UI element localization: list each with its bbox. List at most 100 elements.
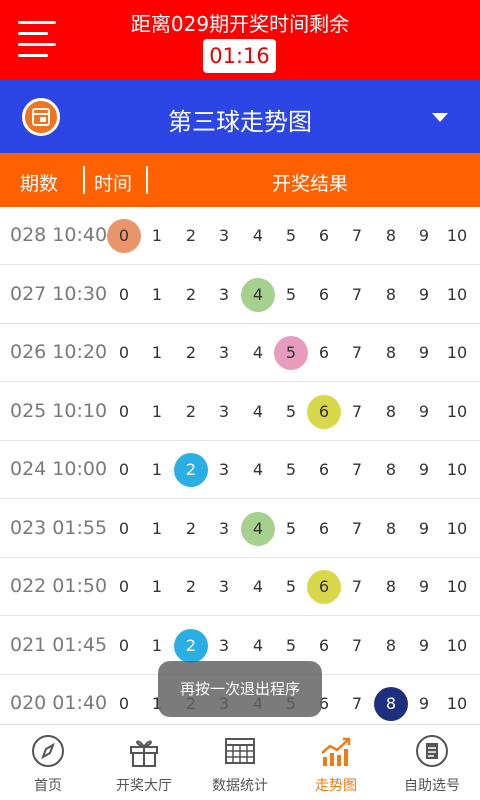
table-icon (222, 733, 258, 769)
top-header: 距离029期开奖时间剩余 01:16 (0, 0, 480, 80)
nav-label: 首页 (34, 778, 62, 794)
number-cell: 7 (351, 460, 363, 479)
title-bar: 第三球走势图 (0, 80, 480, 153)
number-cell: 10 (446, 577, 468, 596)
number-cell: 9 (418, 401, 430, 421)
number-cell: 4 (252, 577, 264, 596)
nav-item-4[interactable]: 自助选号 (384, 725, 480, 800)
number-cell: 9 (418, 518, 430, 538)
number-cell: 0 (118, 284, 130, 304)
number-cell: 9 (418, 284, 430, 304)
winning-number-ball: 2 (174, 628, 208, 663)
table-row: 022 01:50 0 1 2 3 4 5 6 7 8 9 10 (0, 558, 480, 616)
header-divider (83, 166, 85, 194)
document-icon (414, 733, 450, 769)
number-cell: 1 (151, 577, 163, 596)
number-cell: 8 (385, 577, 397, 596)
number-cell: 10 (446, 694, 468, 713)
number-cell: 7 (351, 284, 363, 304)
number-cell: 2 (185, 343, 197, 362)
number-cell: 9 (418, 694, 430, 713)
winning-number-ball: 6 (307, 394, 341, 429)
nav-item-1[interactable]: 开奖大厅 (96, 725, 192, 800)
number-cell: 10 (446, 284, 468, 304)
number-cell: 10 (446, 635, 468, 655)
nav-label: 开奖大厅 (116, 778, 172, 794)
number-cell: 6 (318, 226, 330, 245)
row-issue-time: 026 10:20 (10, 341, 108, 363)
winning-number-ball: 0 (107, 219, 141, 253)
row-issue-time: 024 10:00 (10, 458, 108, 480)
row-issue-time: 022 01:50 (10, 575, 108, 597)
number-cell: 8 (385, 284, 397, 304)
number-cell: 9 (418, 460, 430, 479)
number-cell: 0 (118, 460, 130, 479)
number-cell: 3 (218, 635, 230, 655)
number-cell: 8 (385, 518, 397, 538)
row-issue-time: 027 10:30 (10, 282, 108, 305)
compass-icon (30, 733, 66, 769)
winning-number-ball: 8 (374, 687, 408, 721)
number-cell: 10 (446, 518, 468, 538)
number-cell: 4 (252, 343, 264, 362)
number-cell: 4 (252, 460, 264, 479)
number-cell: 0 (118, 635, 130, 655)
number-cell: 0 (118, 343, 130, 362)
number-cell: 3 (218, 577, 230, 596)
number-cell: 3 (218, 518, 230, 538)
table-row: 025 10:10 0 1 2 3 4 5 6 7 8 9 10 (0, 383, 480, 441)
number-cell: 9 (418, 635, 430, 655)
number-cell: 2 (185, 226, 197, 245)
number-cell: 9 (418, 577, 430, 596)
number-cell: 3 (218, 284, 230, 304)
number-cell: 8 (385, 343, 397, 362)
number-cell: 6 (318, 343, 330, 362)
number-cell: 5 (285, 518, 297, 538)
row-issue-time: 021 01:45 (10, 633, 108, 656)
table-header: 期数 时间 开奖结果 (0, 153, 480, 207)
nav-item-2[interactable]: 数据统计 (192, 725, 288, 800)
header-divider (146, 166, 148, 194)
number-cell: 10 (446, 226, 468, 245)
nav-item-3[interactable]: 走势图 (288, 725, 384, 800)
number-cell: 9 (418, 343, 430, 362)
nav-label: 数据统计 (212, 778, 268, 794)
countdown-label: 距离029期开奖时间剩余 (130, 12, 350, 36)
number-cell: 5 (285, 577, 297, 596)
number-cell: 0 (118, 401, 130, 421)
page-title[interactable]: 第三球走势图 (0, 102, 480, 137)
number-cell: 3 (218, 401, 230, 421)
number-cell: 5 (285, 284, 297, 304)
number-cell: 4 (252, 635, 264, 655)
row-issue-time: 028 10:40 (10, 224, 108, 246)
header-time: 时间 (94, 173, 133, 195)
header-issue: 期数 (20, 173, 59, 195)
bottom-nav: 首页 开奖大厅 数据统计 走势图 自助选号 (0, 724, 480, 800)
triangle-down-icon[interactable] (432, 113, 448, 122)
number-cell: 8 (385, 226, 397, 245)
nav-item-0[interactable]: 首页 (0, 725, 96, 800)
number-cell: 8 (385, 401, 397, 421)
row-issue-time: 023 01:55 (10, 516, 108, 539)
header-result: 开奖结果 (272, 173, 349, 195)
row-issue-time: 020 01:40 (10, 692, 108, 714)
countdown-timer: 01:16 (203, 39, 276, 73)
number-cell: 3 (218, 460, 230, 479)
nav-label: 走势图 (315, 778, 357, 794)
table-row: 028 10:40 0 1 2 3 4 5 6 7 8 9 10 (0, 207, 480, 265)
table-row: 027 10:30 0 1 2 3 4 5 6 7 8 9 10 (0, 266, 480, 324)
number-cell: 2 (185, 401, 197, 421)
number-cell: 1 (151, 518, 163, 538)
gift-icon (126, 733, 162, 769)
number-cell: 0 (118, 694, 130, 713)
number-cell: 0 (118, 577, 130, 596)
number-cell: 1 (151, 226, 163, 245)
number-cell: 1 (151, 401, 163, 421)
number-cell: 1 (151, 460, 163, 479)
number-cell: 6 (318, 635, 330, 655)
number-cell: 3 (218, 226, 230, 245)
winning-number-ball: 5 (274, 336, 308, 370)
trend-chart-icon (318, 733, 354, 769)
number-cell: 6 (318, 518, 330, 538)
number-cell: 7 (351, 343, 363, 362)
